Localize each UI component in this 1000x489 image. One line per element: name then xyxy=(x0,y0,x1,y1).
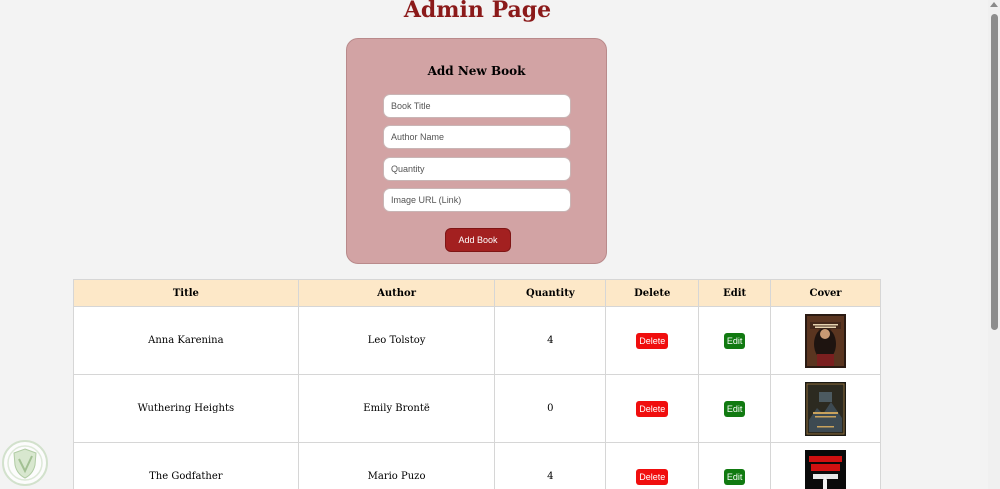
edit-cell: Edit xyxy=(698,442,772,489)
quantity-input[interactable] xyxy=(383,157,571,181)
delete-button[interactable]: Delete xyxy=(636,400,669,417)
book-cover-image xyxy=(805,449,847,489)
edit-cell: Edit xyxy=(698,306,772,375)
delete-cell: Delete xyxy=(605,306,700,375)
books-table: Title Author Quantity Delete Edit Cover … xyxy=(73,279,881,489)
image-url-input[interactable] xyxy=(383,188,571,212)
author-name-input[interactable] xyxy=(383,125,571,149)
book-author-cell: Mario Puzo xyxy=(297,442,496,489)
cover-cell xyxy=(770,442,881,489)
table-row: Wuthering Heights Emily Brontë 0 Delete … xyxy=(73,374,881,443)
book-quantity-cell: 0 xyxy=(494,374,607,443)
delete-button[interactable]: Delete xyxy=(636,468,669,485)
cover-cell xyxy=(770,306,881,375)
edit-button[interactable]: Edit xyxy=(723,400,746,417)
shield-logo-icon xyxy=(2,440,48,486)
book-title-cell: Wuthering Heights xyxy=(73,374,299,443)
header-delete: Delete xyxy=(605,279,700,307)
header-edit: Edit xyxy=(698,279,772,307)
book-cover-image xyxy=(805,313,847,368)
delete-cell: Delete xyxy=(605,442,700,489)
table-row: Anna Karenina Leo Tolstoy 4 Delete Edit xyxy=(73,306,881,375)
scrollbar-thumb[interactable] xyxy=(991,14,998,330)
book-title-cell: The Godfather xyxy=(73,442,299,489)
book-title-input[interactable] xyxy=(383,94,571,118)
header-cover: Cover xyxy=(770,279,881,307)
book-author-cell: Emily Brontë xyxy=(297,374,496,443)
book-cover-image xyxy=(805,381,847,436)
delete-cell: Delete xyxy=(605,374,700,443)
scroll-up-arrow-icon[interactable] xyxy=(990,2,998,7)
edit-button[interactable]: Edit xyxy=(723,332,746,349)
delete-button[interactable]: Delete xyxy=(636,332,669,349)
header-quantity: Quantity xyxy=(494,279,607,307)
header-author: Author xyxy=(297,279,496,307)
book-author-cell: Leo Tolstoy xyxy=(297,306,496,375)
page-title: Admin Page xyxy=(403,0,552,23)
table-row: The Godfather Mario Puzo 4 Delete Edit xyxy=(73,442,881,489)
book-title-cell: Anna Karenina xyxy=(73,306,299,375)
vertical-scrollbar[interactable] xyxy=(988,0,1000,489)
add-book-button[interactable]: Add Book xyxy=(445,228,511,252)
add-book-form: Add New Book Add Book xyxy=(346,38,607,264)
edit-button[interactable]: Edit xyxy=(723,468,746,485)
book-quantity-cell: 4 xyxy=(494,306,607,375)
admin-page: Admin Page Add New Book Add Book Title A… xyxy=(0,0,1000,489)
edit-cell: Edit xyxy=(698,374,772,443)
header-title: Title xyxy=(73,279,299,307)
book-quantity-cell: 4 xyxy=(494,442,607,489)
table-header-row: Title Author Quantity Delete Edit Cover xyxy=(73,279,881,307)
form-title: Add New Book xyxy=(427,64,526,78)
cover-cell xyxy=(770,374,881,443)
